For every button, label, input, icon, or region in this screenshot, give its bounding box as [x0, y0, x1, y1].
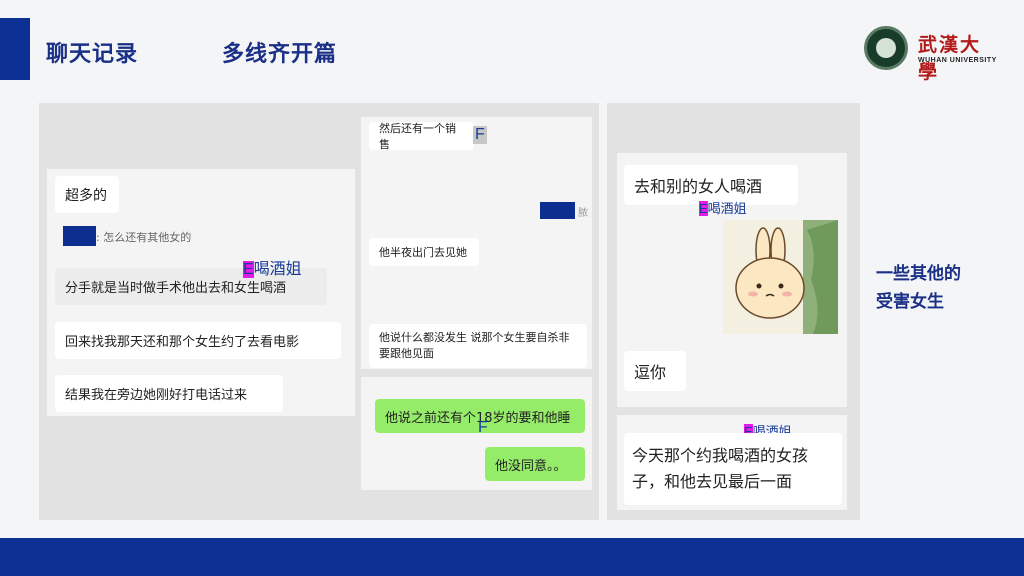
message-bubble: 他半夜出门去见她 [369, 238, 479, 266]
logo-english-name: WUHAN UNIVERSITY [918, 57, 997, 64]
university-logo: 武漢大學 WUHAN UNIVERSITY [864, 26, 999, 83]
label-tag-f: F [473, 126, 487, 144]
university-seal-icon [864, 26, 908, 70]
footer-bar [0, 538, 1024, 576]
accent-bar [0, 18, 30, 80]
message-bubble: 逗你 [624, 351, 686, 391]
page-title: 聊天记录 [46, 42, 139, 67]
message-bubble: 超多的 [55, 176, 119, 213]
message-bubble: 回来找我那天还和那个女生约了去看电影 [55, 322, 341, 359]
message-bubble-green: 他没同意。。 [485, 447, 585, 481]
label-tag: E喝酒姐 [699, 201, 747, 216]
message-bubble: 然后还有一个销售 [369, 122, 474, 151]
message-bubble: 今天那个约我喝酒的女孩子，和他去见最后一面 [624, 433, 842, 505]
label-tag-f: F [478, 419, 488, 436]
label-tag: E喝酒姐 [243, 261, 302, 278]
redacted-name [540, 202, 575, 219]
side-note: 一些其他的 受害女生 [876, 264, 961, 312]
bunny-sticker-icon [723, 220, 838, 334]
page-subtitle: 多线齐开篇 [222, 42, 338, 67]
message-bubble: 结果我在旁边她刚好打电话过来 [55, 375, 283, 412]
message-bubble: 他说什么都没发生 说那个女生要自杀非要跟他见面 [369, 324, 587, 368]
redacted-name [63, 226, 96, 246]
quoted-message: 脓 [578, 208, 588, 219]
chat-screenshot-panel: 超多的 : 怎么还有其他女的 分手就是当时做手术他出去和女生喝酒 E喝酒姐 回来… [39, 103, 599, 520]
quoted-message: : 怎么还有其他女的 [96, 231, 192, 244]
